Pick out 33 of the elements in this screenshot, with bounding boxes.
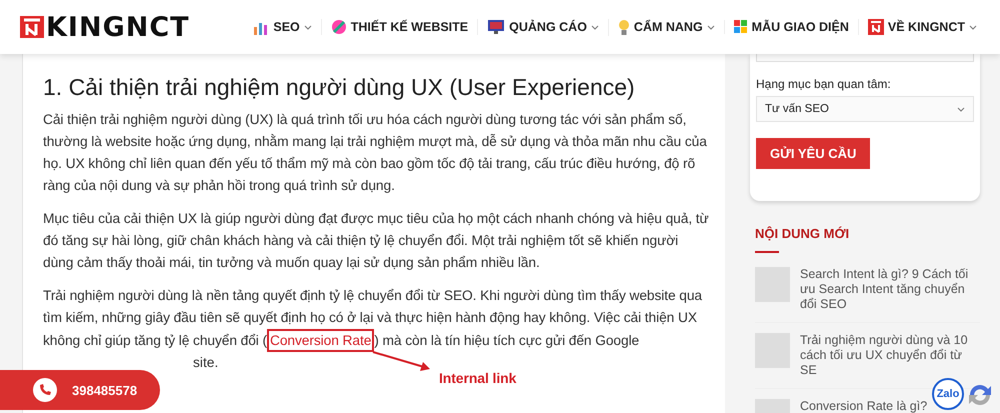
- call-button[interactable]: 398485578: [0, 370, 160, 410]
- nav-link[interactable]: CẨM NANG: [608, 18, 724, 36]
- chevron-down-icon: [969, 24, 977, 30]
- post-link[interactable]: Conversion Rate là gì?: [800, 399, 928, 413]
- post-link[interactable]: Search Intent là gì? 9 Cách tối ưu Search Intent tăng chuyển đổi SEO: [800, 267, 980, 312]
- logo-icon: [20, 16, 44, 38]
- nav-link[interactable]: SEO: [244, 19, 321, 35]
- nav-link[interactable]: THIẾT KẾ WEBSITE: [320, 19, 478, 35]
- nav-link[interactable]: MẪU GIAO DIỆN: [724, 20, 858, 34]
- post-link[interactable]: Trải nghiệm người dùng và 10 cách tối ưu UX chuyển đổi từ SE: [800, 333, 980, 378]
- chat-button[interactable]: Zalo: [932, 378, 964, 410]
- tiles-icon: [734, 20, 748, 34]
- article-heading: 1. Cải thiện trải nghiệm người dùng UX (User Experience): [43, 74, 636, 101]
- chevron-down-icon: [304, 24, 312, 30]
- logo-icon: [868, 19, 884, 35]
- chevron-down-icon: [957, 106, 965, 112]
- section-title: NỘI DUNG MỚI: [755, 226, 850, 241]
- light-bulb-icon: [618, 18, 630, 36]
- chevron-down-icon: [590, 24, 599, 30]
- category-select[interactable]: Tư vấn SEO: [756, 96, 974, 122]
- nav-link[interactable]: VỀ KINGNCT: [858, 19, 986, 35]
- input-field[interactable]: [756, 54, 974, 62]
- monitor-icon: [487, 19, 506, 35]
- article-paragraph: Cải thiện trải nghiệm người dùng (UX) là quá trình tối ưu hóa cách người dùng tương tác với sản phẩm số, thường là website hoặc ứng dụng, nhằm mang lại trải nghiệm mượt mà, dễ sử dụng và thỏa mãn nhu cầu của họ. UX không chỉ liên quan đến yếu tố thẩm mỹ mà còn bao gồm tốc độ tải trang, cấu trúc điều hướng, độ rõ ràng của nội dung và sự phản hồi trong quá trình sử dụng.: [43, 111, 708, 195]
- phone-icon: [32, 377, 58, 403]
- chevron-down-icon: [706, 24, 715, 30]
- nav-link[interactable]: QUẢNG CÁO: [477, 19, 608, 35]
- field-label: Hạng mục bạn quan tâm:: [756, 77, 891, 91]
- article-paragraph: Mục tiêu của cải thiện UX là giúp người dùng đạt được mục tiêu của họ một cách nhanh chóng và hiệu quả, từ đó tăng sự hài lòng, giữ chân khách hàng và cải thiện tỷ lệ chuyển đổi. Một trải nghiệm tốt sẽ khiến người dùng cảm thấy thoải mái, tin tưởng và muốn quay lại sử dụng sản phẩm nhiều lần.: [43, 210, 709, 272]
- logo-text[interactable]: KINGNCT: [46, 12, 190, 42]
- submit-button[interactable]: GỬI YÊU CẦU: [756, 138, 870, 169]
- article-text: site.: [193, 354, 218, 372]
- conversion-rate-link[interactable]: Conversion Rate: [270, 333, 372, 348]
